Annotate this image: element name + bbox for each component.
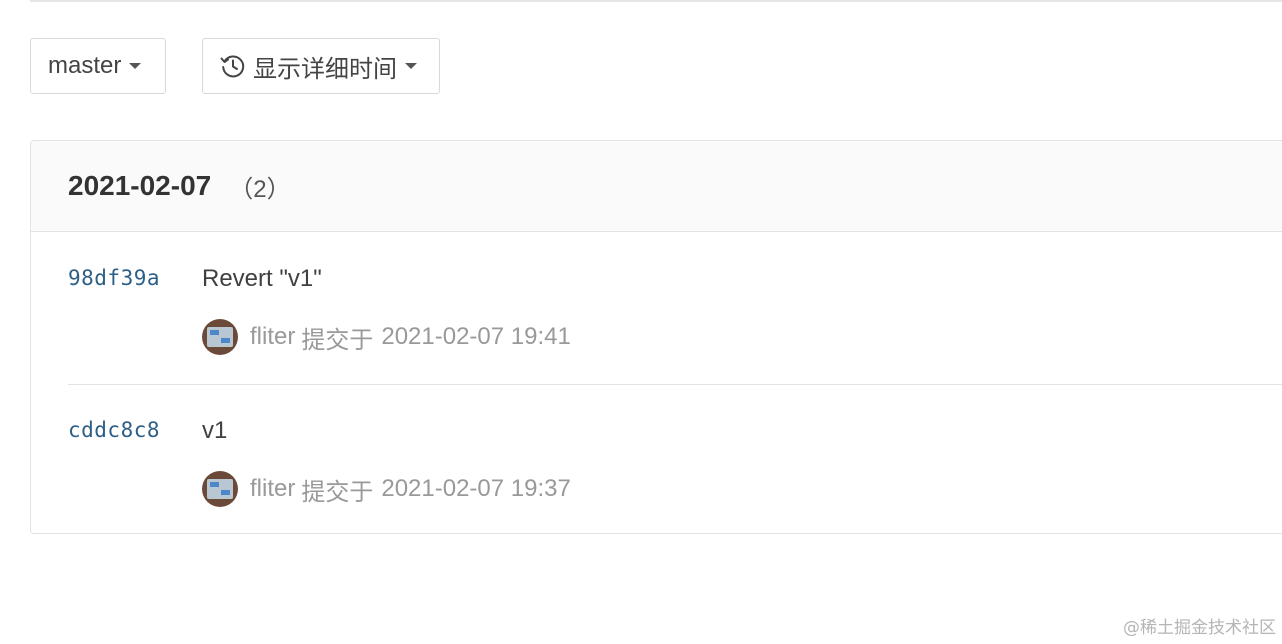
commit-meta: fliter 提交于 2021-02-07 19:37 (202, 471, 571, 507)
commit-row: cddc8c8 v1 fliter 提交于 2021-02-07 19:37 (68, 385, 1282, 533)
commit-author[interactable]: fliter (250, 323, 295, 351)
commit-author[interactable]: fliter (250, 475, 295, 503)
branch-dropdown[interactable]: master (30, 38, 166, 94)
commit-sha-link[interactable]: 98df39a (68, 266, 160, 290)
watermark: @稀土掘金技术社区 (1123, 618, 1276, 638)
commit-meta: fliter 提交于 2021-02-07 19:41 (202, 319, 571, 355)
avatar[interactable] (202, 319, 238, 355)
history-icon (219, 52, 247, 80)
commit-action: 提交于 (301, 478, 374, 506)
commit-message[interactable]: v1 (202, 417, 227, 445)
commit-row: 98df39a Revert "v1" fliter 提交于 2021-02-0… (68, 233, 1282, 385)
branch-label: master (48, 52, 122, 79)
commit-action: 提交于 (301, 326, 374, 354)
commit-group-header: 2021-02-07 （2） (31, 141, 1282, 232)
commit-sha-link[interactable]: cddc8c8 (68, 418, 160, 442)
group-date: 2021-02-07 (68, 170, 212, 201)
commit-timestamp: 2021-02-07 19:37 (381, 475, 571, 502)
commit-timestamp: 2021-02-07 19:41 (381, 323, 571, 350)
time-mode-label: 显示详细时间 (253, 55, 397, 83)
group-count: （2） (229, 175, 291, 203)
caret-down-icon (129, 63, 142, 69)
top-divider (30, 0, 1282, 2)
avatar[interactable] (202, 471, 238, 507)
caret-down-icon (405, 63, 417, 69)
commit-group-panel: 2021-02-07 （2） 98df39a Revert "v1" flite… (30, 140, 1282, 534)
commit-message[interactable]: Revert "v1" (202, 265, 322, 293)
time-mode-dropdown[interactable]: 显示详细时间 (202, 38, 440, 94)
